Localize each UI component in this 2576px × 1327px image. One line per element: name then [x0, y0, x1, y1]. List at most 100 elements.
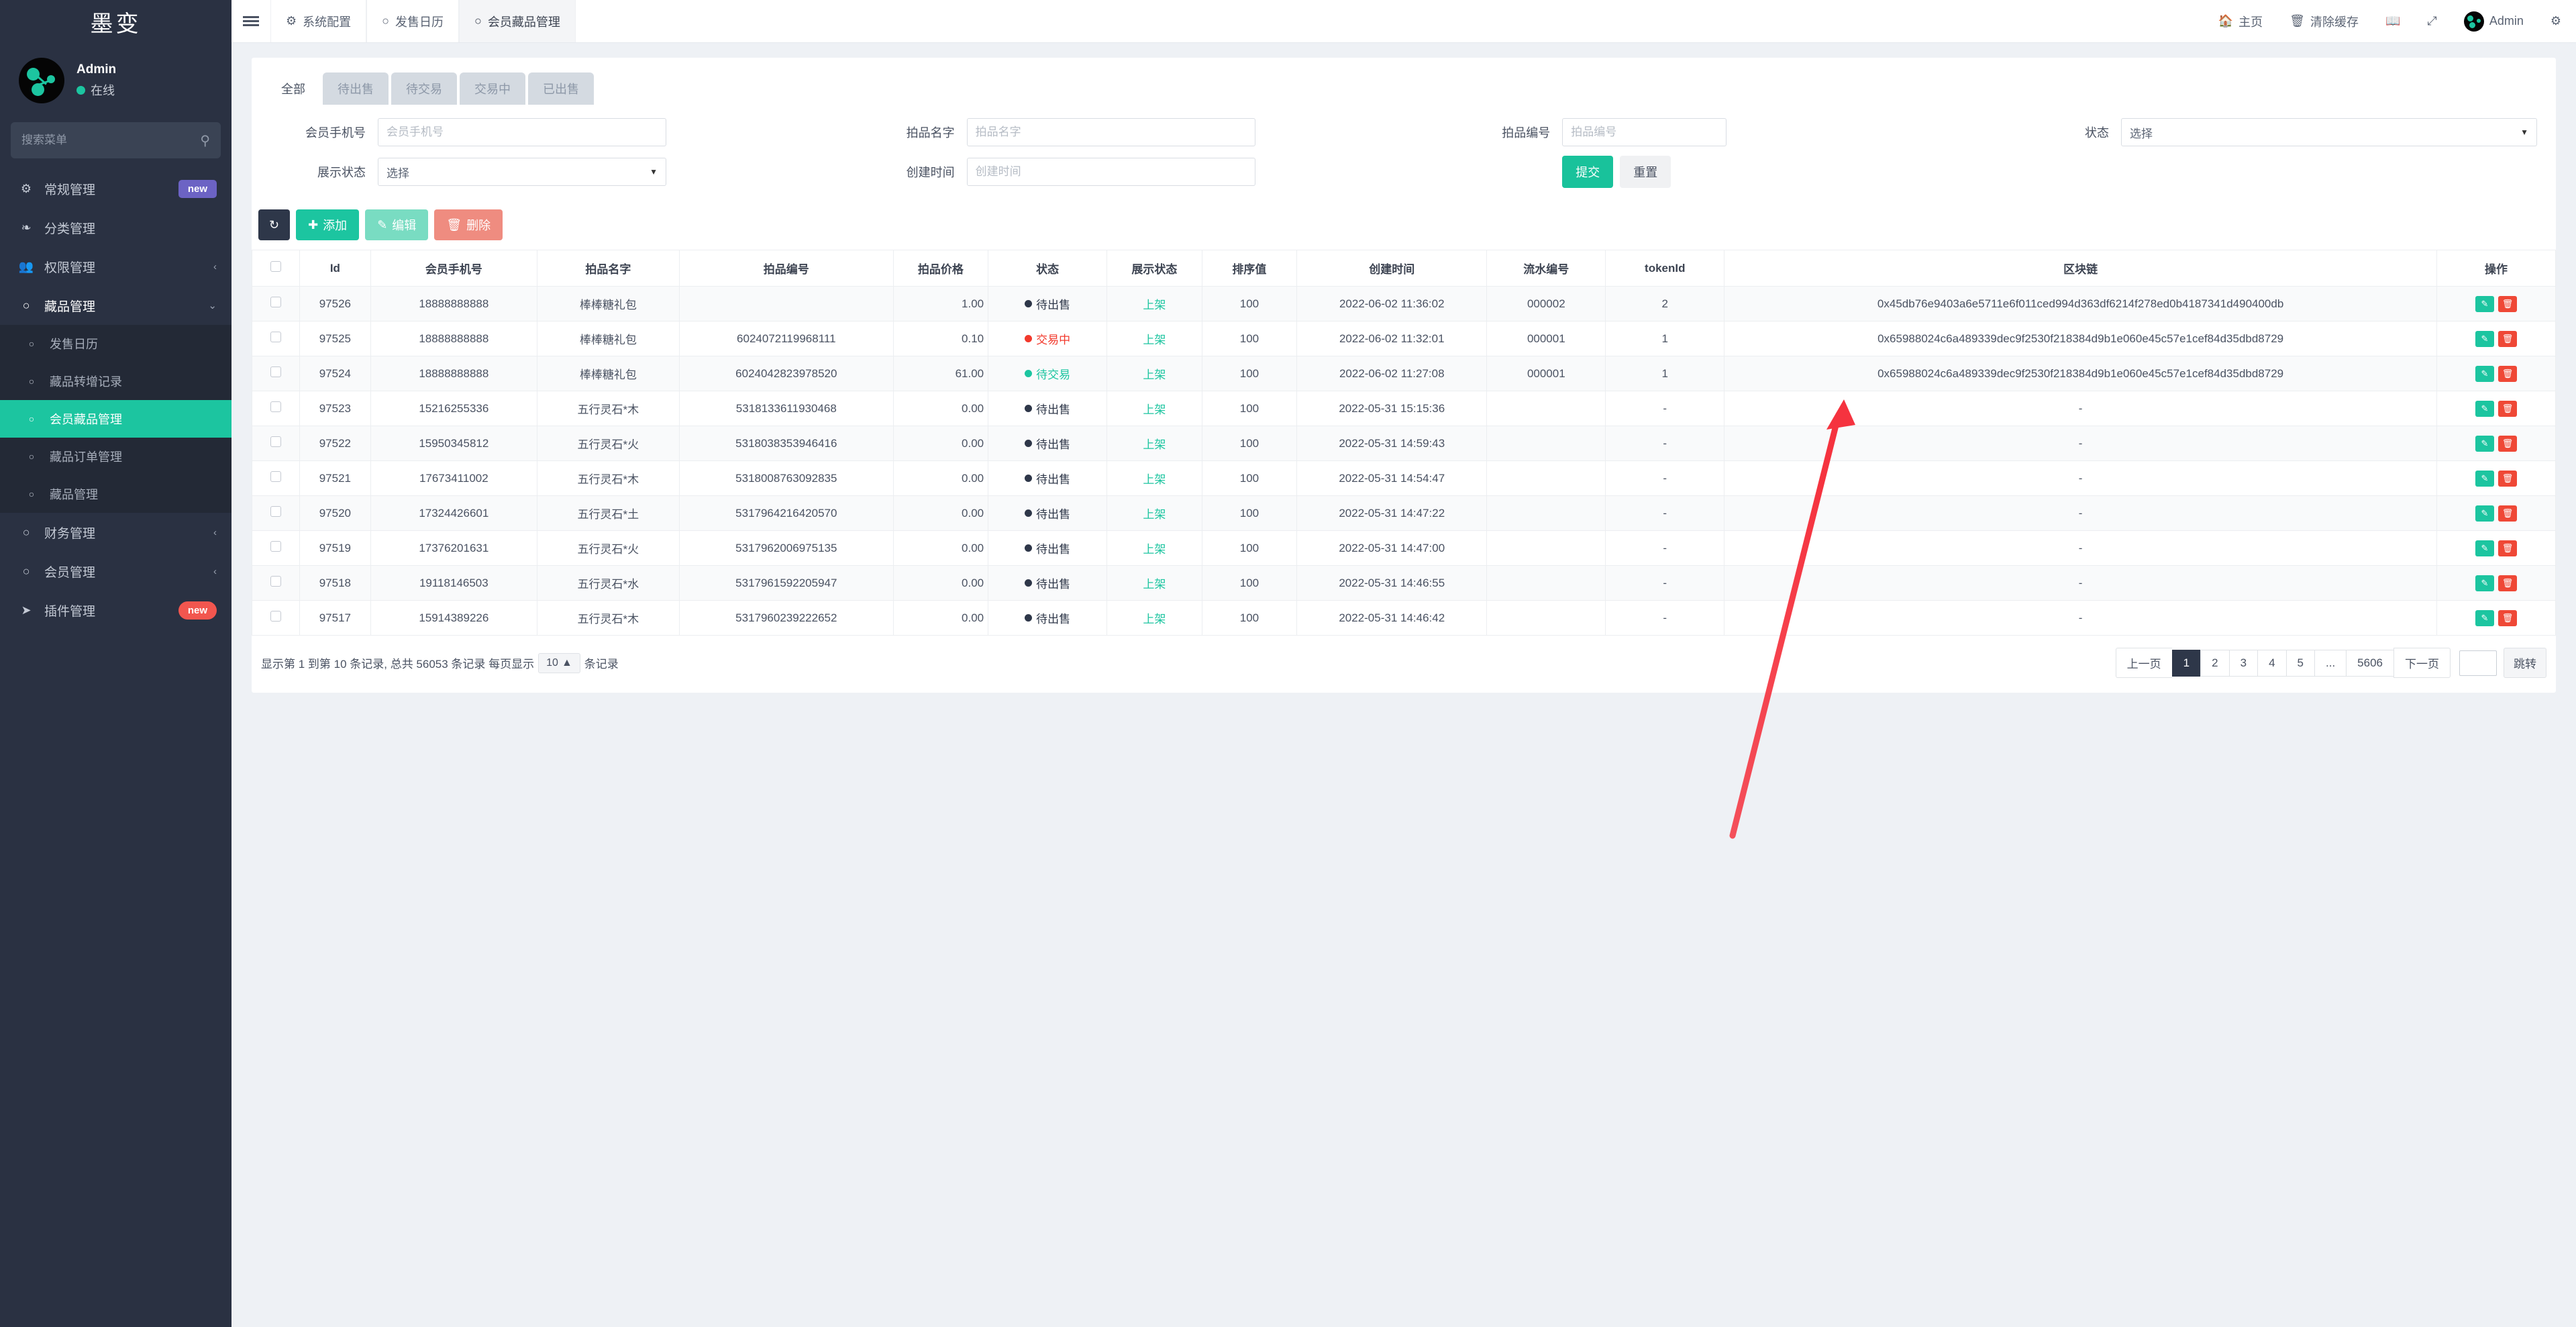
- clear-cache-button[interactable]: 🗑 清除缓存: [2276, 0, 2372, 43]
- display-status-link[interactable]: 上架: [1143, 543, 1166, 556]
- display-status-link[interactable]: 上架: [1143, 508, 1166, 521]
- refresh-button[interactable]: ↻: [258, 209, 291, 240]
- item-no-input[interactable]: [1562, 118, 1727, 146]
- page-button-2[interactable]: 3: [2228, 649, 2258, 677]
- sidebar-item-6[interactable]: ○ 会员藏品管理: [0, 400, 231, 438]
- select-all-checkbox[interactable]: [270, 261, 281, 272]
- delete-button[interactable]: 🗑 删除: [434, 209, 503, 240]
- submit-button[interactable]: 提交: [1562, 156, 1614, 188]
- row-delete-button[interactable]: 🗑: [2498, 295, 2517, 312]
- display-status-link[interactable]: 上架: [1143, 368, 1166, 381]
- settings-button[interactable]: ⚙: [2537, 0, 2561, 43]
- sidebar-item-10[interactable]: ○ 会员管理 ‹: [0, 552, 231, 591]
- row-checkbox[interactable]: [270, 541, 281, 552]
- row-delete-button[interactable]: 🗑: [2498, 609, 2517, 626]
- status-select[interactable]: 选择 ▼: [2121, 118, 2537, 146]
- display-status-link[interactable]: 上架: [1143, 578, 1166, 591]
- member-phone-input[interactable]: [378, 118, 666, 146]
- display-status-select[interactable]: 选择 ▼: [378, 158, 666, 186]
- table-row[interactable]: 97518 19118146503 五行灵石*水 5317961592205947 0.…: [252, 565, 2556, 601]
- display-status-link[interactable]: 上架: [1143, 613, 1166, 626]
- table-row[interactable]: 97517 15914389226 五行灵石*木 5317960239222652 0.…: [252, 600, 2556, 636]
- page-prev-button[interactable]: 上一页: [2115, 648, 2172, 678]
- display-status-link[interactable]: 上架: [1143, 299, 1166, 311]
- sidebar-item-4[interactable]: ○ 发售日历: [0, 325, 231, 362]
- edit-button[interactable]: ✎ 编辑: [365, 209, 429, 240]
- table-row[interactable]: 97522 15950345812 五行灵石*火 5318038353946416 0.…: [252, 426, 2556, 461]
- tab-3[interactable]: 交易中: [460, 72, 525, 105]
- row-delete-button[interactable]: 🗑: [2498, 330, 2517, 347]
- sidebar-item-2[interactable]: 👥 权限管理 ‹: [0, 247, 231, 286]
- sidebar-item-0[interactable]: ⚙ 常规管理 new: [0, 169, 231, 208]
- user-menu[interactable]: Admin: [2451, 0, 2537, 43]
- row-checkbox[interactable]: [270, 506, 281, 517]
- sidebar-item-5[interactable]: ○ 藏品转增记录: [0, 362, 231, 400]
- row-edit-button[interactable]: ✎: [2475, 540, 2494, 556]
- table-row[interactable]: 97521 17673411002 五行灵石*木 5318008763092835 0.…: [252, 460, 2556, 496]
- sidebar-item-7[interactable]: ○ 藏品订单管理: [0, 438, 231, 475]
- row-edit-button[interactable]: ✎: [2475, 400, 2494, 417]
- table-row[interactable]: 97520 17324426601 五行灵石*土 5317964216420570 0.…: [252, 495, 2556, 531]
- row-edit-button[interactable]: ✎: [2475, 575, 2494, 591]
- row-edit-button[interactable]: ✎: [2475, 365, 2494, 382]
- row-delete-button[interactable]: 🗑: [2498, 540, 2517, 556]
- row-checkbox[interactable]: [270, 401, 281, 412]
- row-checkbox[interactable]: [270, 471, 281, 482]
- row-checkbox[interactable]: [270, 436, 281, 447]
- page-next-button[interactable]: 下一页: [2393, 648, 2451, 678]
- row-delete-button[interactable]: 🗑: [2498, 505, 2517, 522]
- row-checkbox[interactable]: [270, 611, 281, 622]
- table-row[interactable]: 97526 18888888888 棒棒糖礼包 1.00 待出售 上架 100 2022-06…: [252, 286, 2556, 322]
- display-status-link[interactable]: 上架: [1143, 403, 1166, 416]
- hamburger-icon[interactable]: [231, 0, 270, 42]
- table-row[interactable]: 97525 18888888888 棒棒糖礼包 6024072119968111 0.1…: [252, 321, 2556, 356]
- tab-2[interactable]: 待交易: [391, 72, 457, 105]
- display-status-link[interactable]: 上架: [1143, 438, 1166, 451]
- sidebar-item-1[interactable]: ❧ 分类管理: [0, 208, 231, 247]
- topbar-tab-2[interactable]: ○ 会员藏品管理: [459, 0, 576, 42]
- page-button-0[interactable]: 1: [2171, 649, 2201, 677]
- page-button-1[interactable]: 2: [2200, 649, 2229, 677]
- page-button-3[interactable]: 4: [2257, 649, 2286, 677]
- row-edit-button[interactable]: ✎: [2475, 609, 2494, 626]
- fullscreen-button[interactable]: ⤢: [2414, 0, 2450, 43]
- page-size-select[interactable]: 10 ▲: [538, 652, 580, 673]
- table-row[interactable]: 97519 17376201631 五行灵石*火 5317962006975135 0.…: [252, 530, 2556, 566]
- row-edit-button[interactable]: ✎: [2475, 505, 2494, 522]
- topbar-tab-0[interactable]: ⚙ 系统配置: [270, 0, 367, 42]
- row-edit-button[interactable]: ✎: [2475, 295, 2494, 312]
- book-button[interactable]: 📖: [2372, 0, 2414, 43]
- row-edit-button[interactable]: ✎: [2475, 470, 2494, 487]
- item-name-input[interactable]: [966, 118, 1255, 146]
- add-button[interactable]: ✚ 添加: [296, 209, 360, 240]
- jump-input[interactable]: [2459, 650, 2497, 676]
- row-checkbox[interactable]: [270, 366, 281, 377]
- search-input[interactable]: [21, 134, 201, 147]
- row-edit-button[interactable]: ✎: [2475, 330, 2494, 347]
- sidebar-item-3[interactable]: ○ 藏品管理 ⌄: [0, 286, 231, 325]
- row-edit-button[interactable]: ✎: [2475, 435, 2494, 452]
- row-delete-button[interactable]: 🗑: [2498, 435, 2517, 452]
- jump-button[interactable]: 跳转: [2504, 648, 2546, 678]
- row-delete-button[interactable]: 🗑: [2498, 470, 2517, 487]
- row-delete-button[interactable]: 🗑: [2498, 400, 2517, 417]
- page-button-4[interactable]: 5: [2285, 649, 2314, 677]
- row-checkbox[interactable]: [270, 576, 281, 587]
- page-button-5[interactable]: ...: [2314, 649, 2347, 677]
- table-row[interactable]: 97524 18888888888 棒棒糖礼包 6024042823978520 61.…: [252, 356, 2556, 391]
- display-status-link[interactable]: 上架: [1143, 473, 1166, 486]
- topbar-tab-1[interactable]: ○ 发售日历: [366, 0, 460, 42]
- display-status-link[interactable]: 上架: [1143, 334, 1166, 346]
- sidebar-item-9[interactable]: ○ 财务管理 ‹: [0, 513, 231, 552]
- tab-1[interactable]: 待出售: [323, 72, 389, 105]
- row-checkbox[interactable]: [270, 332, 281, 342]
- reset-button[interactable]: 重置: [1620, 156, 1671, 188]
- page-button-6[interactable]: 5606: [2346, 649, 2393, 677]
- sidebar-search[interactable]: ⚲: [11, 122, 221, 158]
- row-delete-button[interactable]: 🗑: [2498, 365, 2517, 382]
- create-time-input[interactable]: [966, 158, 1255, 186]
- sidebar-item-11[interactable]: ➤ 插件管理 new: [0, 591, 231, 630]
- table-row[interactable]: 97523 15216255336 五行灵石*木 5318133611930468 0.…: [252, 391, 2556, 426]
- tab-4[interactable]: 已出售: [528, 72, 594, 105]
- row-delete-button[interactable]: 🗑: [2498, 575, 2517, 591]
